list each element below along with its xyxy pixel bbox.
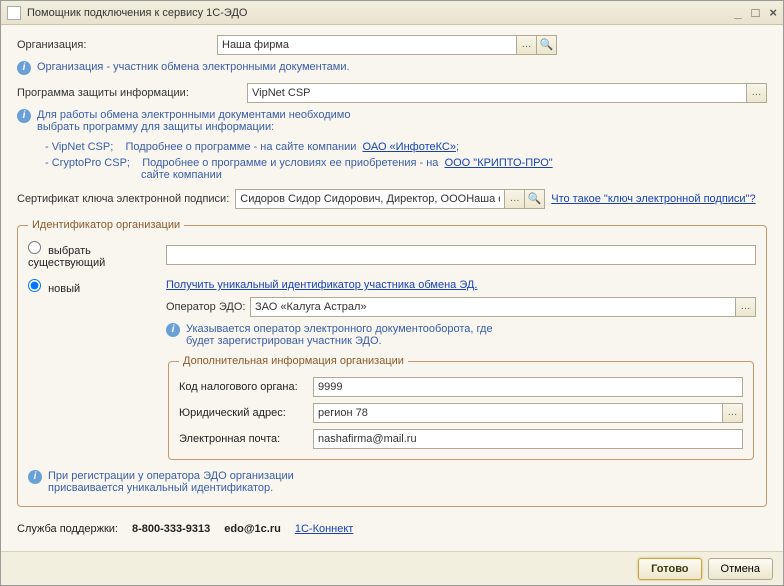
organization-search-button[interactable]: 🔍 [537,35,557,55]
get-id-link[interactable]: Получить уникальный идентификатор участн… [166,279,477,291]
identifier-legend: Идентификатор организации [28,219,184,231]
window-title: Помощник подключения к сервису 1С-ЭДО [27,7,734,19]
radio-new-row[interactable]: новый [28,279,158,295]
info-icon: i [28,470,42,484]
cancel-button[interactable]: Отмена [708,558,773,580]
minimize-button[interactable]: _ [734,5,741,20]
registration-hint: При регистрации у оператора ЭДО организа… [48,470,294,494]
tax-code-input[interactable] [313,377,743,397]
radio-new[interactable] [28,279,41,292]
titlebar: Помощник подключения к сервису 1С-ЭДО _ … [1,1,783,25]
radio-existing-row[interactable]: выбрать существующий [28,241,158,269]
document-icon [7,6,21,20]
support-line: Служба поддержки: 8-800-333-9313 edo@1c.… [17,517,767,535]
crypto-input[interactable] [247,83,747,103]
existing-id-input[interactable] [166,245,756,265]
done-button[interactable]: Готово [638,558,701,580]
tax-code-label: Код налогового органа: [179,381,309,393]
certificate-label: Сертификат ключа электронной подписи: [17,193,229,205]
organization-hint: Организация - участник обмена электронны… [37,61,350,73]
support-label: Служба поддержки: [17,523,118,535]
vipnet-line: - VipNet CSP; Подробнее о программе - на… [45,141,767,153]
organization-select-button[interactable]: … [517,35,537,55]
organization-input[interactable] [217,35,517,55]
email-label: Электронная почта: [179,433,309,445]
certificate-select-button[interactable]: … [505,189,525,209]
close-button[interactable]: × [769,5,777,20]
crypto-hint: Для работы обмена электронными документа… [37,109,350,133]
info-icon: i [17,61,31,75]
organization-field-wrap: … 🔍 [217,35,557,55]
info-icon: i [17,109,31,123]
operator-input[interactable] [250,297,736,317]
certificate-help-link[interactable]: Что такое "ключ электронной подписи"? [551,193,755,205]
legal-address-label: Юридический адрес: [179,407,309,419]
operator-hint: Указывается оператор электронного докуме… [186,323,493,347]
infotecs-link[interactable]: ОАО «ИнфотеКС» [363,141,456,153]
crypto-select-button[interactable]: … [747,83,767,103]
additional-info-group: Дополнительная информация организации Ко… [168,355,754,460]
operator-select-button[interactable]: … [736,297,756,317]
info-icon: i [166,323,180,337]
identifier-group: Идентификатор организации выбрать сущест… [17,219,767,507]
email-input[interactable] [313,429,743,449]
organization-label: Организация: [17,39,217,51]
legal-address-select-button[interactable]: … [723,403,743,423]
radio-existing[interactable] [28,241,41,254]
legal-address-input[interactable] [313,403,723,423]
support-email: edo@1c.ru [224,523,281,535]
content-area: Организация: … 🔍 i Организация - участни… [1,25,783,551]
maximize-button[interactable]: □ [752,5,760,20]
cryptopro-link[interactable]: ООО "КРИПТО-ПРО" [445,157,553,169]
connect-link[interactable]: 1С-Коннект [295,523,354,535]
certificate-search-button[interactable]: 🔍 [525,189,545,209]
crypto-label: Программа защиты информации: [17,87,247,99]
connection-helper-window: Помощник подключения к сервису 1С-ЭДО _ … [0,0,784,586]
bottom-bar: Готово Отмена [1,551,783,585]
operator-label: Оператор ЭДО: [166,301,246,313]
additional-info-legend: Дополнительная информация организации [179,355,408,367]
certificate-input[interactable] [235,189,505,209]
support-phone: 8-800-333-9313 [132,523,210,535]
cryptopro-line: - CryptoPro CSP; Подробнее о программе и… [45,157,767,181]
